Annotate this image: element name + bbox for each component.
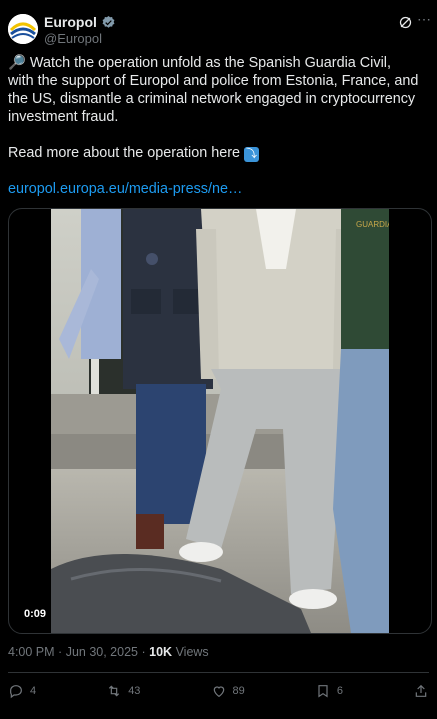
reply-count: 4 — [30, 685, 37, 697]
author-name-row[interactable]: Europol — [44, 14, 116, 30]
post-time[interactable]: 4:00 PM — [8, 645, 55, 659]
repost-icon — [109, 685, 120, 697]
like-button[interactable]: 89 — [211, 683, 245, 699]
views-label: Views — [175, 645, 209, 659]
bookmark-count: 6 — [336, 685, 343, 697]
meta-separator: · — [58, 645, 63, 659]
like-count: 89 — [232, 685, 245, 697]
bookmark-icon — [318, 685, 328, 698]
europol-logo-icon — [8, 14, 38, 44]
magnifier-emoji: 🔎 — [8, 55, 26, 71]
bookmark-button[interactable]: 6 — [315, 683, 343, 699]
post-text: 🔎 Watch the operation unfold as the Span… — [8, 54, 420, 198]
post-date[interactable]: Jun 30, 2025 — [66, 645, 138, 659]
grok-icon[interactable] — [398, 15, 413, 30]
action-bar: 4 43 89 6 — [8, 680, 429, 702]
repost-count: 43 — [128, 685, 141, 697]
heart-icon — [213, 686, 224, 698]
views-count: 10K — [149, 645, 173, 659]
share-button[interactable] — [413, 683, 429, 699]
reply-icon — [10, 685, 22, 699]
video-player[interactable]: GUARDIA CIVIL 0:09 — [8, 208, 432, 634]
divider — [8, 672, 429, 673]
repost-button[interactable]: 43 — [106, 683, 140, 699]
author-name[interactable]: Europol — [44, 14, 97, 30]
more-options-icon[interactable]: ⋯ — [417, 11, 431, 28]
avatar[interactable] — [8, 14, 38, 44]
guardia-civil-text: GUARDIA CIVIL — [356, 220, 389, 229]
video-frame: GUARDIA CIVIL — [51, 209, 389, 633]
arrow-emoji-icon: ⤵ — [244, 147, 260, 162]
reply-button[interactable]: 4 — [8, 683, 36, 699]
meta-separator: · — [141, 645, 146, 659]
author-handle[interactable]: @Europol — [44, 31, 102, 46]
post-paragraph-2: Read more about the operation here — [8, 145, 241, 161]
post-link[interactable]: europol.europa.eu/media-press/ne… — [8, 181, 242, 197]
share-icon — [415, 684, 427, 697]
post-meta: 4:00 PM · Jun 30, 2025 · 10K Views — [8, 645, 209, 659]
video-duration-badge: 0:09 — [19, 605, 52, 623]
verified-badge-icon — [102, 15, 115, 28]
post-paragraph-1: Watch the operation unfold as the Spanis… — [8, 55, 419, 125]
